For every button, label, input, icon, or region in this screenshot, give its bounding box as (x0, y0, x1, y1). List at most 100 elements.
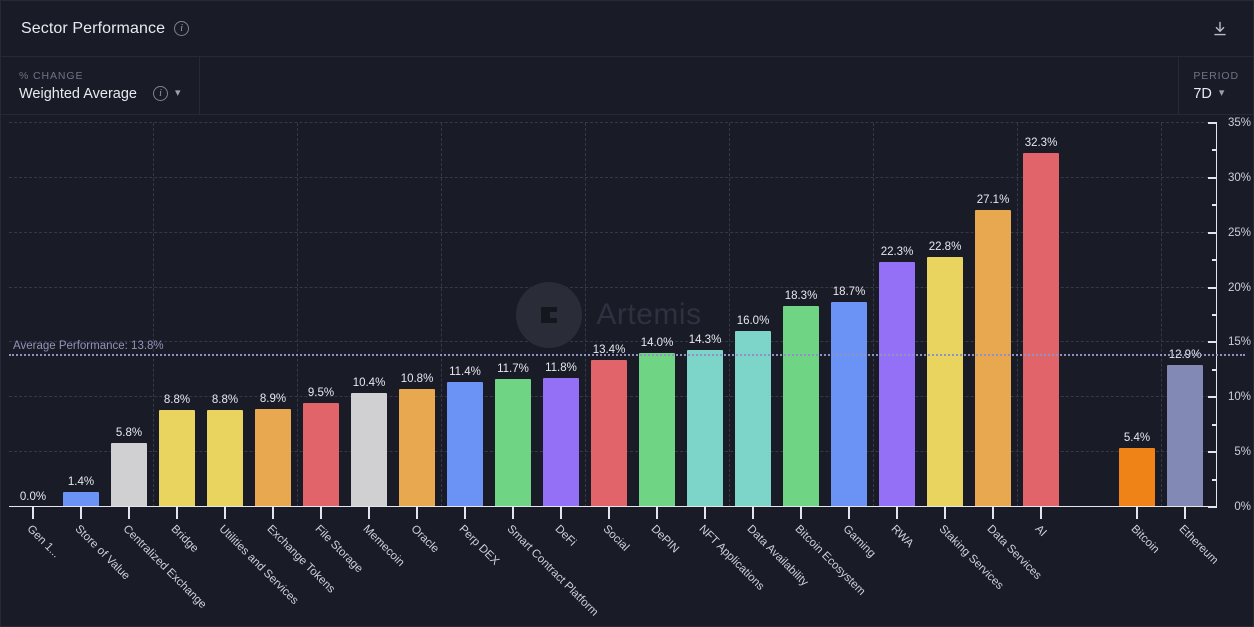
bar-slot[interactable]: 10.8% (393, 123, 441, 507)
info-icon[interactable]: i (174, 21, 190, 36)
x-label-slot: Smart Contract Platform (489, 519, 601, 626)
bar[interactable]: 1.4% (63, 476, 99, 507)
y-axis-minor-tick (1212, 423, 1217, 426)
bar-value-label: 10.8% (400, 372, 434, 385)
average-performance-line (9, 353, 1245, 356)
period-selector[interactable]: Period 7D ▾ (1178, 57, 1253, 114)
y-axis-tick (1208, 341, 1217, 344)
y-axis-label: 10% (1227, 391, 1251, 404)
control-bar-spacer (200, 57, 1179, 114)
bar[interactable]: 11.7% (495, 363, 531, 507)
bar-slot[interactable]: 16.0% (729, 123, 777, 507)
x-tick-slot (1065, 507, 1113, 519)
bar-slot[interactable]: 11.7% (489, 123, 537, 507)
y-axis-tick (1208, 396, 1217, 399)
bar[interactable]: 5.8% (111, 427, 147, 507)
x-label-slot: Data Services (969, 519, 1044, 626)
bar-slot[interactable]: 22.3% (873, 123, 921, 507)
y-axis-label: 15% (1227, 336, 1251, 349)
bar[interactable]: 22.8% (927, 241, 963, 507)
x-label-slot: Centralized Exchange (105, 519, 209, 626)
x-axis-tick (800, 507, 802, 519)
x-axis-tick (80, 507, 82, 519)
metric-value-row: Weighted Average i ▾ (19, 86, 181, 102)
bar[interactable]: 9.5% (303, 387, 339, 507)
sector-performance-panel: Sector Performance i % Change Weighted A… (0, 0, 1254, 627)
bar-value-label: 22.8% (928, 240, 962, 253)
bar-series: 0.0% 1.4% 5.8% 8.8% 8.8% 8.9% 9.5% 10.4% 10.8% 11… (9, 123, 1209, 507)
x-axis-tick (416, 507, 418, 519)
x-tick-slot (297, 507, 345, 519)
bar[interactable]: 32.3% (1023, 137, 1059, 507)
bar-slot[interactable]: 11.8% (537, 123, 585, 507)
bar-value-label: 8.8% (211, 394, 239, 407)
bar-slot[interactable]: 8.8% (201, 123, 249, 507)
bar-slot[interactable]: 13.4% (585, 123, 633, 507)
bar-value-label: 18.7% (832, 285, 866, 298)
x-label-slot: DeFi (537, 519, 585, 626)
bar[interactable]: 14.3% (687, 334, 723, 507)
x-axis-tick (896, 507, 898, 519)
bar-value-label: 10.4% (352, 376, 386, 389)
bar-value-label: 11.8% (545, 361, 577, 374)
bar-slot[interactable]: 18.7% (825, 123, 873, 507)
bar[interactable]: 8.8% (207, 394, 243, 507)
y-axis-minor-tick (1212, 314, 1217, 316)
period-label: Period (1193, 69, 1239, 82)
info-icon[interactable]: i (152, 86, 168, 101)
bar[interactable]: 11.4% (447, 366, 483, 507)
x-axis-label: Oracle (408, 523, 441, 556)
bar[interactable]: 10.4% (351, 377, 387, 507)
y-axis-tick (1208, 286, 1217, 289)
x-label-slot: Bridge (153, 519, 201, 626)
x-axis-tick (224, 507, 226, 519)
bar-slot[interactable]: 9.5% (297, 123, 345, 507)
bar-slot[interactable]: 14.0% (633, 123, 681, 507)
x-label-slot: File Storage (297, 519, 365, 626)
bar[interactable]: 18.7% (831, 286, 867, 507)
x-axis-ticks (9, 507, 1209, 519)
x-tick-slot (1161, 507, 1209, 519)
bar-slot[interactable]: 8.8% (153, 123, 201, 507)
bar[interactable]: 13.4% (591, 344, 627, 507)
bar[interactable]: 18.3% (783, 290, 819, 507)
bar-slot[interactable]: 11.4% (441, 123, 489, 507)
bar[interactable]: 5.4% (1119, 432, 1155, 507)
chevron-down-icon[interactable]: ▾ (1219, 88, 1225, 99)
bar-slot[interactable] (1065, 123, 1113, 507)
y-axis-label: 0% (1234, 501, 1251, 513)
bar-slot[interactable]: 12.9% (1161, 123, 1209, 507)
bar[interactable]: 14.0% (639, 337, 675, 507)
bar[interactable]: 11.8% (543, 362, 579, 507)
bar-slot[interactable]: 8.9% (249, 123, 297, 507)
bar-slot[interactable]: 32.3% (1017, 123, 1065, 507)
metric-selector[interactable]: % Change Weighted Average i ▾ (1, 57, 200, 114)
bar-slot[interactable]: 5.4% (1113, 123, 1161, 507)
x-axis-tick (560, 507, 562, 519)
bar-slot[interactable]: 22.8% (921, 123, 969, 507)
bar[interactable]: 16.0% (735, 315, 771, 507)
bar-slot[interactable]: 27.1% (969, 123, 1017, 507)
bar[interactable]: 27.1% (975, 194, 1011, 507)
x-axis-tick (32, 507, 34, 519)
x-tick-slot (873, 507, 921, 519)
bar-slot[interactable]: 0.0% (9, 123, 57, 507)
bar-slot[interactable]: 5.8% (105, 123, 153, 507)
y-axis-tick (1208, 506, 1217, 508)
x-tick-slot (1113, 507, 1161, 519)
bar[interactable]: 10.8% (399, 373, 435, 507)
bar-slot[interactable]: 1.4% (57, 123, 105, 507)
bar[interactable]: 8.8% (159, 394, 195, 507)
bar[interactable]: 12.9% (1167, 349, 1203, 507)
x-tick-slot (633, 507, 681, 519)
bar-slot[interactable]: 18.3% (777, 123, 825, 507)
download-icon[interactable] (1209, 18, 1231, 40)
bar[interactable]: 8.9% (255, 393, 291, 507)
bar-slot[interactable]: 14.3% (681, 123, 729, 507)
bar-value-label: 14.0% (640, 337, 674, 350)
bar-slot[interactable]: 10.4% (345, 123, 393, 507)
y-axis-minor-tick (1212, 259, 1217, 262)
bar[interactable]: 22.3% (879, 246, 915, 507)
chevron-down-icon[interactable]: ▾ (175, 88, 181, 99)
x-tick-slot (9, 507, 57, 519)
